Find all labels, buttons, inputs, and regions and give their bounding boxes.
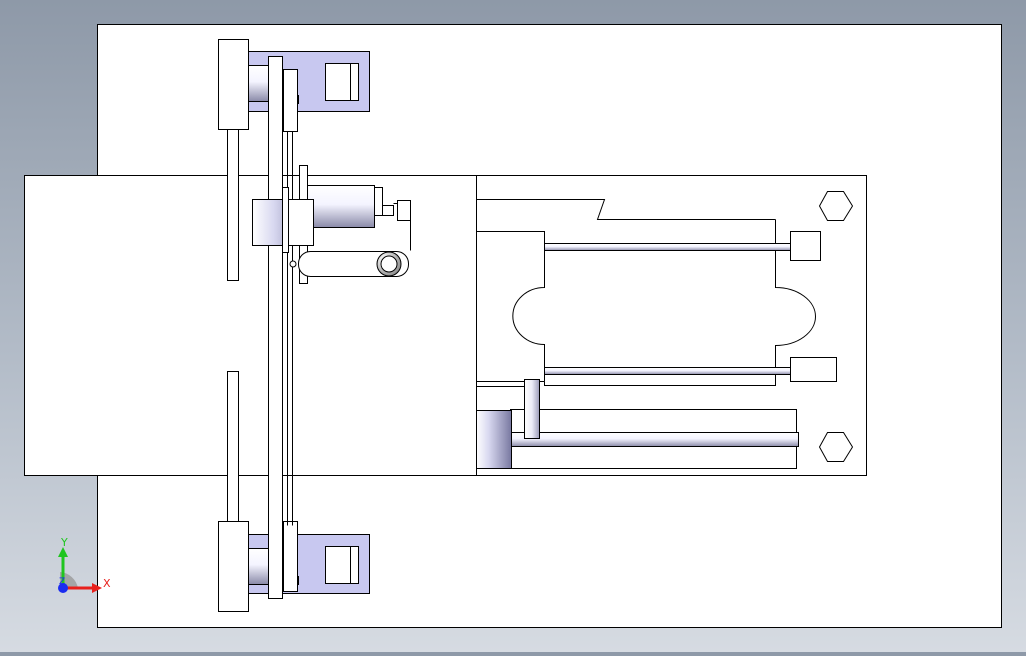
- guide-post-lower: [227, 371, 239, 523]
- slide-rail-inner: [283, 69, 298, 132]
- bottom-mount-block[interactable]: [218, 521, 249, 612]
- bottom-cylinder-window: [325, 546, 359, 584]
- drawing-canvas: Y X Z: [24, 24, 1002, 628]
- slide-rail-inner-lower: [283, 521, 298, 592]
- y-axis-label: Y: [60, 536, 68, 549]
- lower-cylinder-stop: [524, 379, 540, 439]
- carriage-linkage-tab: [397, 200, 411, 221]
- clamp-block-guide: [282, 187, 289, 253]
- guide-rod-lower: [544, 367, 791, 375]
- carriage-cylinder-tip: [382, 205, 394, 216]
- rod-end-block-upper[interactable]: [790, 231, 821, 261]
- pivot-pin: [289, 260, 297, 268]
- top-cylinder-window: [325, 63, 359, 101]
- lower-cylinder-endcap: [476, 410, 512, 469]
- slide-rail-outer[interactable]: [268, 56, 283, 599]
- x-axis-label: X: [103, 577, 111, 590]
- carriage-cylinder[interactable]: [307, 185, 375, 228]
- top-mount-block[interactable]: [218, 39, 249, 130]
- guide-post-upper: [227, 129, 239, 281]
- carriage-cylinder-cap: [374, 187, 383, 216]
- z-axis-label: Z: [59, 577, 65, 587]
- clamp-block-face: [288, 199, 314, 246]
- guide-rod-upper: [544, 243, 791, 251]
- rod-end-block-lower[interactable]: [790, 357, 837, 382]
- lower-cylinder-rod: [511, 432, 799, 447]
- cad-viewport[interactable]: Y X Z: [0, 0, 1026, 652]
- cam-follower-bore: [380, 255, 398, 273]
